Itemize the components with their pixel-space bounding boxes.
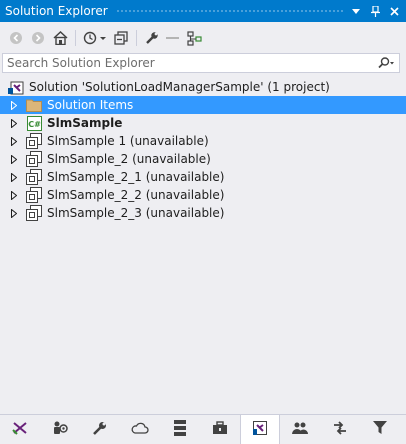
window-title: Solution Explorer [5,4,108,18]
cloud-icon [131,422,149,437]
server-icon [174,420,186,439]
tree-item-label: SlmSample_2_3 (unavailable) [47,206,225,220]
tree-row-unavailable-project[interactable]: SlmSample_2 (unavailable) [0,150,406,168]
tool-window-titlebar[interactable]: Solution Explorer [0,0,406,22]
titlebar-grip[interactable] [115,8,343,14]
expand-arrow-icon[interactable] [6,208,22,218]
tab-visual-studio[interactable] [0,415,40,444]
tab-solution-explorer[interactable] [240,415,280,444]
tree-row-project[interactable]: C# SlmSample [0,114,406,132]
expand-arrow-icon[interactable] [6,190,22,200]
home-icon[interactable] [49,27,71,49]
solution-explorer-icon [252,420,268,439]
filter-icon [373,421,387,438]
tab-cloud-explorer[interactable] [120,415,160,444]
solution-label: Solution 'SolutionLoadManagerSample' (1 … [29,80,330,94]
tab-server-explorer[interactable] [160,415,200,444]
expand-arrow-icon[interactable] [6,136,22,146]
wrench-icon [92,420,108,439]
team-explorer-icon [52,420,68,439]
tab-team-members[interactable] [280,415,320,444]
expand-arrow-icon[interactable] [6,100,22,110]
unavailable-project-icon [26,133,42,149]
forward-icon[interactable] [27,27,49,49]
toolbox-icon [212,421,228,438]
window-position-dropdown-icon[interactable] [349,3,363,19]
search-box [2,53,400,73]
visual-studio-icon [12,420,28,439]
svg-text:C#: C# [28,120,41,129]
tree-row-unavailable-project[interactable]: SlmSample 1 (unavailable) [0,132,406,150]
tree-row-unavailable-project[interactable]: SlmSample_2_3 (unavailable) [0,204,406,222]
pin-icon[interactable] [368,3,382,19]
tree-row-unavailable-project[interactable]: SlmSample_2_2 (unavailable) [0,186,406,204]
tree-item-label: SlmSample_2_2 (unavailable) [47,188,225,202]
tab-toolbox[interactable] [200,415,240,444]
tab-filter[interactable] [360,415,400,444]
collapse-all-icon[interactable] [110,27,132,49]
properties-wrench-icon[interactable] [141,27,163,49]
unavailable-project-icon [26,187,42,203]
tree-item-label: SlmSample 1 (unavailable) [47,134,209,148]
tab-sync-changes[interactable] [320,415,360,444]
tab-team-explorer[interactable] [40,415,80,444]
solution-icon [8,79,24,95]
csharp-project-icon: C# [26,115,42,131]
search-input[interactable] [3,56,373,70]
tree-item-label: SlmSample_2 (unavailable) [47,152,211,166]
pending-changes-filter-icon[interactable] [80,27,110,49]
tree-row-unavailable-project[interactable]: SlmSample_2_1 (unavailable) [0,168,406,186]
tree-row-solution-items[interactable]: Solution Items [0,96,406,114]
bottom-tab-strip [0,414,406,444]
solution-tree: Solution 'SolutionLoadManagerSample' (1 … [0,78,406,222]
toolbar-separator [75,30,76,46]
tab-properties[interactable] [80,415,120,444]
unavailable-project-icon [26,151,42,167]
unavailable-project-icon [26,205,42,221]
tree-item-label: Solution Items [47,98,134,112]
unavailable-project-icon [26,169,42,185]
expand-arrow-icon[interactable] [6,172,22,182]
folder-icon [26,97,42,113]
arrows-icon [332,420,348,439]
back-icon[interactable] [5,27,27,49]
toolbar-separator [136,30,137,46]
expand-arrow-icon[interactable] [6,118,22,128]
people-icon [292,421,308,438]
close-icon[interactable] [387,3,401,19]
tree-item-label: SlmSample [47,116,123,130]
view-class-diagram-icon[interactable] [183,27,205,49]
show-all-files-icon[interactable] [163,27,183,49]
tree-row-solution[interactable]: Solution 'SolutionLoadManagerSample' (1 … [0,78,406,96]
toolbar [0,25,406,51]
search-icon[interactable] [373,57,399,69]
tree-item-label: SlmSample_2_1 (unavailable) [47,170,225,184]
expand-arrow-icon[interactable] [6,154,22,164]
